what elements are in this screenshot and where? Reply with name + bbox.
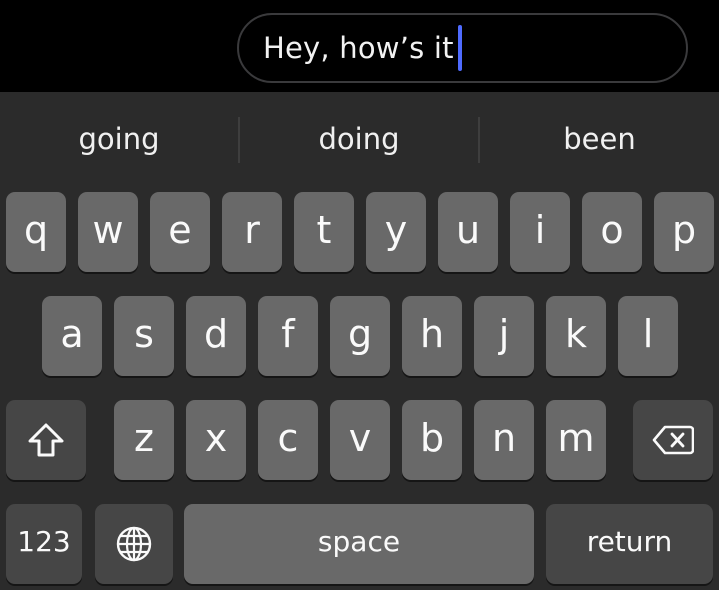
key-letter[interactable]: a <box>42 296 102 376</box>
key-label: r <box>244 208 260 252</box>
key-letter[interactable]: q <box>6 192 66 272</box>
key-label: h <box>419 312 445 356</box>
suggestion-item[interactable]: been <box>480 114 719 164</box>
key-label: j <box>498 312 510 356</box>
key-letter[interactable]: s <box>114 296 174 376</box>
text-caret <box>457 25 462 71</box>
key-letter[interactable]: o <box>582 192 642 272</box>
key-letter[interactable]: x <box>186 400 246 480</box>
key-label: m <box>557 416 595 460</box>
key-label: return <box>586 525 673 558</box>
key-label: s <box>134 312 154 356</box>
key-label: u <box>455 208 481 252</box>
key-label: v <box>348 416 372 460</box>
key-letter[interactable]: y <box>366 192 426 272</box>
key-label: 123 <box>17 525 71 558</box>
key-letter[interactable]: d <box>186 296 246 376</box>
key-letter[interactable]: n <box>474 400 534 480</box>
key-label: w <box>92 208 124 252</box>
key-letter[interactable]: p <box>654 192 714 272</box>
space-key[interactable]: space <box>184 504 534 584</box>
key-label: l <box>642 312 654 356</box>
key-letter[interactable]: w <box>78 192 138 272</box>
key-label: p <box>671 208 697 252</box>
key-letter[interactable]: z <box>114 400 174 480</box>
key-letter[interactable]: r <box>222 192 282 272</box>
key-label: a <box>60 312 84 356</box>
key-label: o <box>600 208 624 252</box>
delete-key[interactable] <box>633 400 713 480</box>
key-letter[interactable]: f <box>258 296 318 376</box>
key-label: b <box>419 416 445 460</box>
key-label: q <box>23 208 49 252</box>
key-letter[interactable]: c <box>258 400 318 480</box>
return-key[interactable]: return <box>546 504 713 584</box>
key-label: k <box>564 312 587 356</box>
key-letter[interactable]: l <box>618 296 678 376</box>
shift-key[interactable] <box>6 400 86 480</box>
key-label: x <box>204 416 228 460</box>
key-letter[interactable]: v <box>330 400 390 480</box>
key-letter[interactable]: m <box>546 400 606 480</box>
key-letter[interactable]: i <box>510 192 570 272</box>
key-label: d <box>203 312 229 356</box>
suggestion-item[interactable]: going <box>0 114 238 164</box>
key-letter[interactable]: t <box>294 192 354 272</box>
key-label: t <box>316 208 332 252</box>
key-label: i <box>534 208 546 252</box>
key-letter[interactable]: k <box>546 296 606 376</box>
key-label: e <box>168 208 192 252</box>
key-label: z <box>134 416 154 460</box>
backspace-icon <box>652 425 694 455</box>
key-letter[interactable]: h <box>402 296 462 376</box>
numbers-key[interactable]: 123 <box>6 504 82 584</box>
keyboard: going doing been q w e r t y u i o p a s… <box>0 92 719 590</box>
suggestion-item[interactable]: doing <box>240 114 478 164</box>
key-letter[interactable]: u <box>438 192 498 272</box>
key-letter[interactable]: e <box>150 192 210 272</box>
key-letter[interactable]: g <box>330 296 390 376</box>
key-label: n <box>491 416 517 460</box>
predictive-suggestion-bar: going doing been <box>0 92 719 186</box>
key-letter[interactable]: j <box>474 296 534 376</box>
message-text-field[interactable]: Hey, how’s it <box>237 13 688 83</box>
globe-key[interactable] <box>95 504 173 584</box>
key-label: y <box>384 208 408 252</box>
key-label: c <box>277 416 299 460</box>
key-label: space <box>317 525 401 558</box>
shift-icon <box>27 422 65 458</box>
key-letter[interactable]: b <box>402 400 462 480</box>
key-label: g <box>347 312 373 356</box>
globe-icon <box>115 525 153 563</box>
message-text: Hey, how’s it <box>263 31 454 65</box>
message-input-bar: Hey, how’s it <box>0 0 719 92</box>
key-label: f <box>281 312 295 356</box>
